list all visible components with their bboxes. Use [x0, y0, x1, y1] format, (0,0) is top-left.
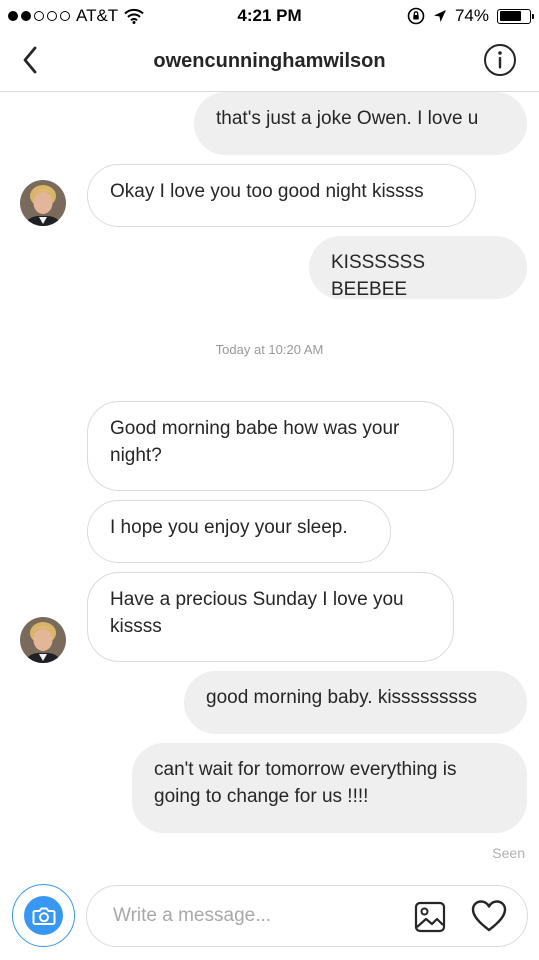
message-bubble-outgoing[interactable]: that's just a joke Owen. I love u [194, 92, 527, 155]
message-bubble-incoming[interactable]: Good morning babe how was your night? [87, 401, 454, 491]
battery-percentage: 74% [454, 6, 489, 25]
message-text: Have a precious Sunday I love you kissss [110, 589, 404, 637]
heart-icon[interactable] [471, 899, 507, 935]
avatar-image [20, 180, 66, 226]
avatar-image [20, 617, 66, 663]
message-text: KISSSSSS BEEBEE [331, 252, 425, 300]
seen-indicator: Seen [492, 845, 525, 861]
message-input[interactable] [113, 900, 403, 932]
message-thread[interactable]: that's just a joke Owen. I love u Okay I… [0, 92, 539, 872]
message-bubble-outgoing[interactable]: can't wait for tomorrow everything is go… [132, 743, 527, 833]
message-bubble-incoming[interactable]: I hope you enjoy your sleep. [87, 500, 391, 563]
message-text: can't wait for tomorrow everything is go… [154, 759, 457, 807]
status-bar: AT&T 4:21 PM 74% [0, 0, 539, 30]
location-arrow-icon [433, 10, 446, 22]
conversation-title: owencunninghamwilson [153, 50, 386, 72]
gallery-icon[interactable] [413, 900, 447, 934]
info-icon[interactable] [483, 43, 517, 77]
message-text: Good morning babe how was your night? [110, 418, 400, 466]
camera-button[interactable] [12, 884, 75, 947]
avatar[interactable] [20, 617, 66, 663]
thread-timestamp: Today at 10:20 AM [215, 342, 324, 357]
back-button[interactable] [14, 44, 46, 76]
battery-icon [497, 8, 534, 24]
message-bubble-outgoing[interactable]: KISSSSSS BEEBEE [309, 236, 527, 300]
message-text: I hope you enjoy your sleep. [110, 517, 348, 538]
message-composer [0, 872, 539, 960]
message-text: good morning baby. kisssssssss [206, 687, 478, 708]
message-text: that's just a joke Owen. I love u [216, 108, 479, 129]
message-bubble-incoming[interactable]: Okay I love you too good night kissss [87, 164, 476, 227]
message-bubble-incoming[interactable]: Have a precious Sunday I love you kissss [87, 572, 454, 662]
orientation-lock-icon [407, 7, 425, 25]
navigation-bar: owencunninghamwilson [0, 30, 539, 92]
camera-icon [32, 907, 55, 925]
message-input-container [86, 885, 528, 947]
message-bubble-outgoing[interactable]: good morning baby. kisssssssss [184, 671, 527, 734]
status-right-group: 74% [407, 6, 534, 26]
avatar[interactable] [20, 180, 66, 226]
chevron-left-icon [23, 46, 37, 74]
message-text: Okay I love you too good night kissss [110, 181, 424, 202]
